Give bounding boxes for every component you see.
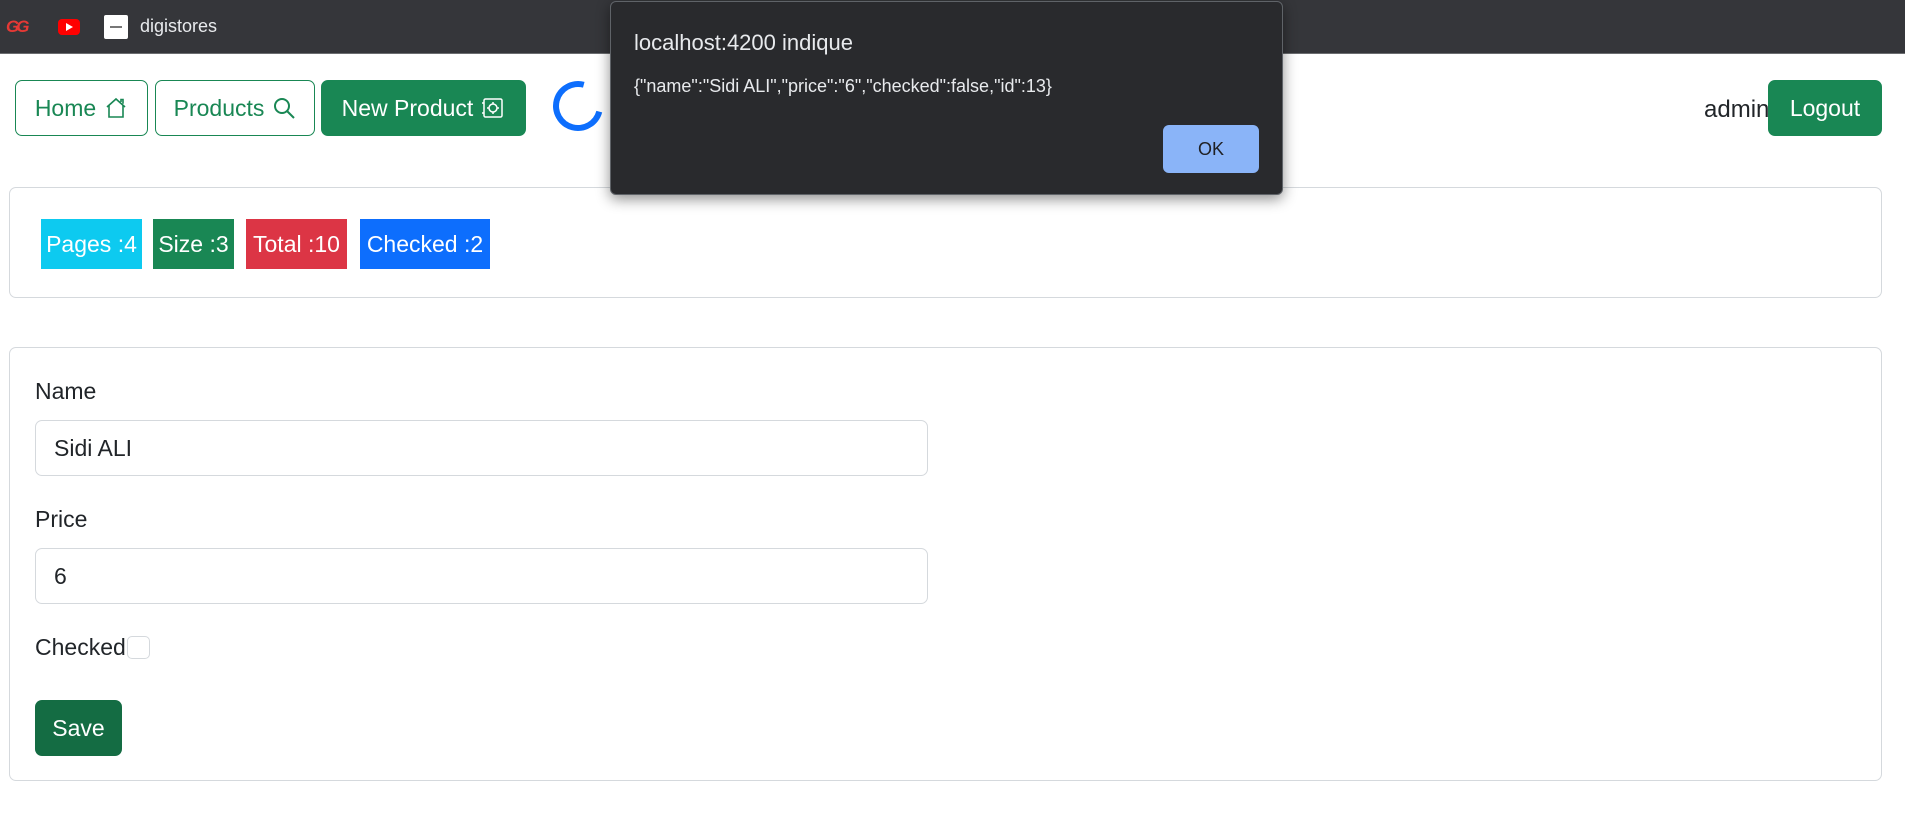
home-button[interactable]: Home bbox=[15, 80, 148, 136]
youtube-icon bbox=[58, 18, 80, 35]
bookmark-gg[interactable]: GG bbox=[6, 17, 34, 37]
checked-checkbox[interactable] bbox=[127, 636, 150, 659]
gg-logo-icon: GG bbox=[6, 16, 29, 36]
username-label: admin bbox=[1704, 96, 1770, 123]
bookmark-digistores[interactable]: digistores bbox=[104, 14, 218, 39]
logout-button-label: Logout bbox=[1789, 94, 1861, 121]
size-badge: Size :3 bbox=[153, 219, 234, 269]
search-icon bbox=[272, 96, 296, 120]
checked-badge: Checked :2 bbox=[360, 219, 490, 269]
products-button[interactable]: Products bbox=[155, 80, 315, 136]
stats-card: Pages :4 Size :3 Total :10 Checked :2 bbox=[9, 187, 1882, 298]
home-button-label: Home bbox=[34, 94, 97, 121]
price-input[interactable]: 6 bbox=[35, 548, 928, 604]
loading-spinner bbox=[543, 71, 613, 141]
name-input[interactable]: Sidi ALI bbox=[35, 420, 928, 476]
bookmark-label: digistores bbox=[140, 16, 218, 36]
products-button-label: Products bbox=[173, 94, 265, 121]
price-label: Price bbox=[35, 506, 88, 532]
safe-icon bbox=[481, 96, 505, 120]
new-product-button-label: New Product bbox=[341, 94, 474, 121]
save-button[interactable]: Save bbox=[35, 700, 122, 756]
name-label: Name bbox=[35, 378, 97, 404]
alert-dialog: localhost:4200 indique {"name":"Sidi ALI… bbox=[610, 1, 1283, 195]
logout-button[interactable]: Logout bbox=[1768, 80, 1882, 136]
new-product-button[interactable]: New Product bbox=[321, 80, 526, 136]
alert-message: {"name":"Sidi ALI","price":"6","checked"… bbox=[634, 76, 1052, 96]
product-form-card: Name Sidi ALI Price 6 Checked Save bbox=[9, 347, 1882, 781]
house-icon bbox=[104, 96, 128, 120]
digistores-icon bbox=[104, 14, 128, 39]
checked-label: Checked bbox=[35, 634, 126, 660]
alert-title: localhost:4200 indique bbox=[634, 30, 853, 55]
alert-ok-button[interactable]: OK bbox=[1163, 125, 1259, 173]
bookmark-youtube[interactable] bbox=[58, 18, 80, 35]
total-badge: Total :10 bbox=[246, 219, 347, 269]
pages-badge: Pages :4 bbox=[41, 219, 142, 269]
